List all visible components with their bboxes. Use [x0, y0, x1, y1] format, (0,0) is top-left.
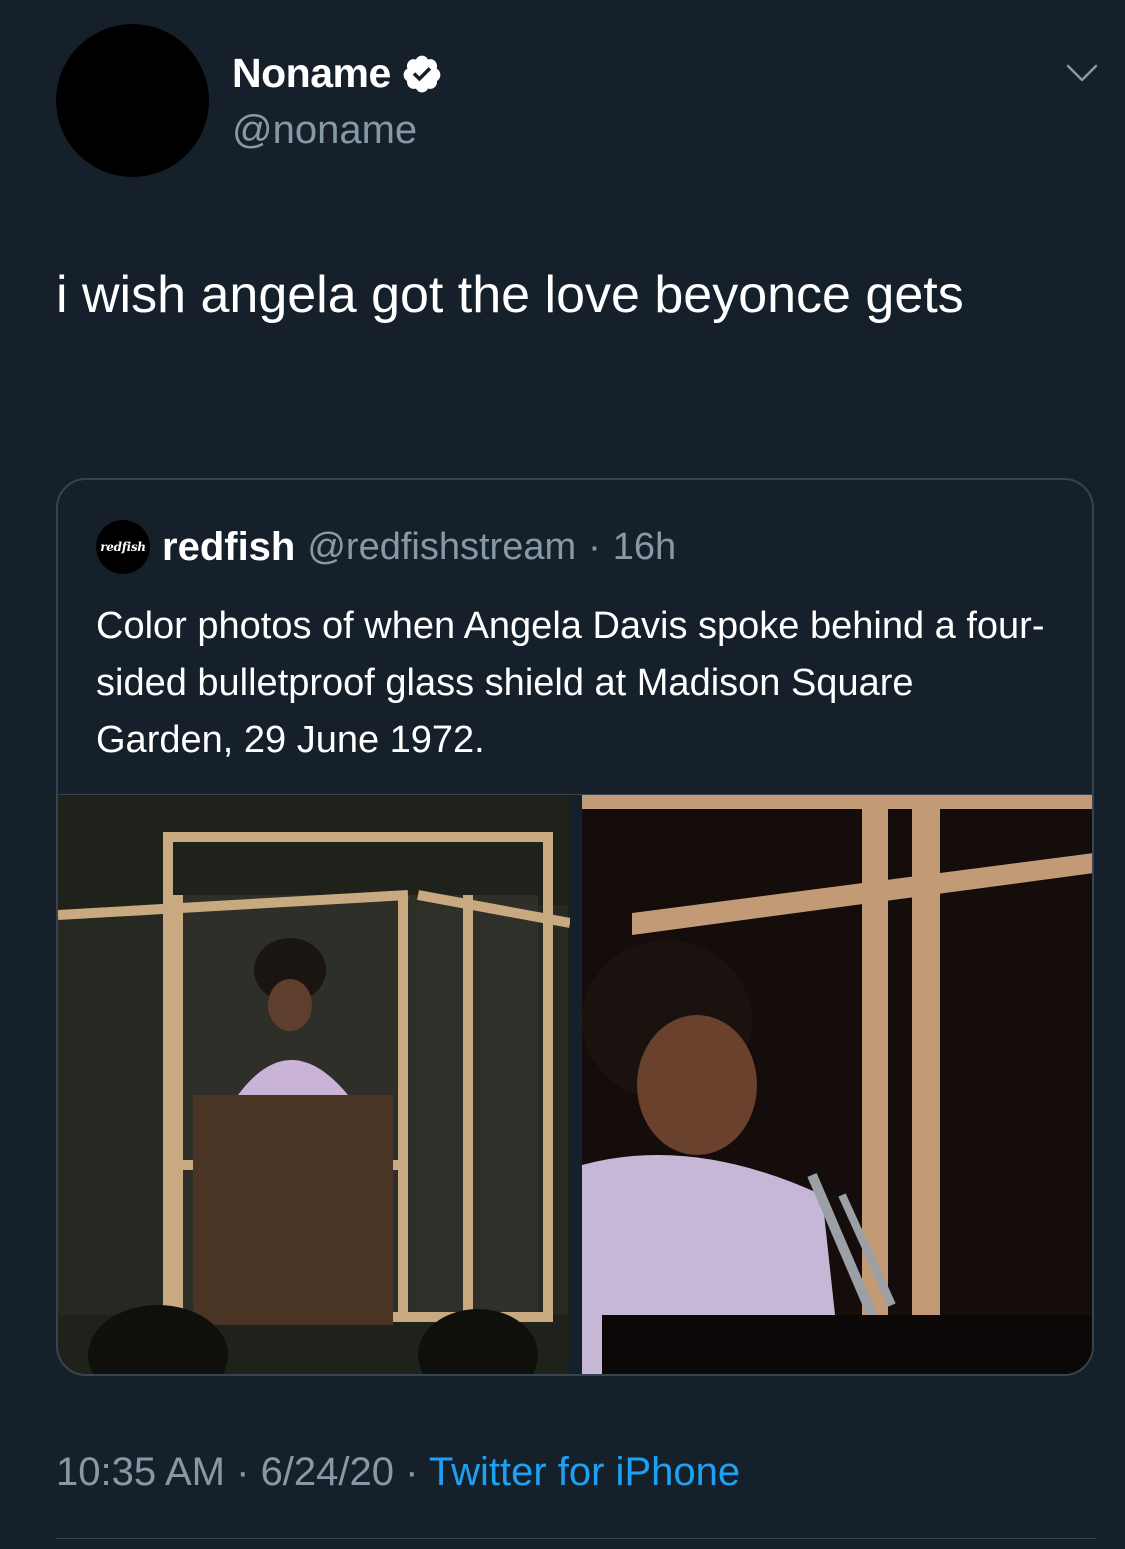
quoted-tweet-card[interactable]: redfish redfish @redfishstream · 16h Col… — [56, 478, 1094, 1376]
media-photo-podium-wide[interactable] — [58, 795, 570, 1374]
media-photo-closeup[interactable] — [582, 795, 1092, 1374]
author-display-name[interactable]: Noname — [232, 50, 391, 97]
tweet-metadata: 10:35 AM · 6/24/20 · Twitter for iPhone — [56, 1450, 740, 1495]
tweet-source-link[interactable]: Twitter for iPhone — [429, 1450, 740, 1494]
quoted-media-grid — [58, 794, 1092, 1374]
quoted-timestamp: 16h — [612, 525, 677, 568]
author-handle[interactable]: @noname — [232, 108, 417, 153]
quoted-handle: @redfishstream — [307, 525, 577, 568]
photo-illustration — [582, 795, 1092, 1374]
meta-separator: · — [225, 1450, 261, 1494]
tweet-date: 6/24/20 — [260, 1450, 395, 1494]
quoted-separator: · — [588, 525, 601, 568]
tweet-detail-page: Noname @noname i wish angela got the lov… — [0, 0, 1125, 1549]
tweet-text: i wish angela got the love beyonce gets — [56, 266, 964, 324]
tweet-time: 10:35 AM — [56, 1450, 226, 1494]
photo-illustration — [58, 795, 570, 1374]
verified-badge-icon — [403, 55, 441, 92]
quoted-tweet-header: redfish redfish @redfishstream · 16h — [96, 520, 676, 574]
avatar[interactable] — [56, 24, 209, 177]
chevron-down-icon[interactable] — [1064, 58, 1100, 88]
author-name-row: Noname — [232, 50, 443, 97]
meta-separator: · — [394, 1450, 429, 1494]
quoted-tweet-text: Color photos of when Angela Davis spoke … — [96, 605, 1045, 761]
quoted-display-name: redfish — [162, 524, 296, 569]
divider — [56, 1538, 1096, 1539]
quoted-avatar: redfish — [96, 520, 150, 574]
